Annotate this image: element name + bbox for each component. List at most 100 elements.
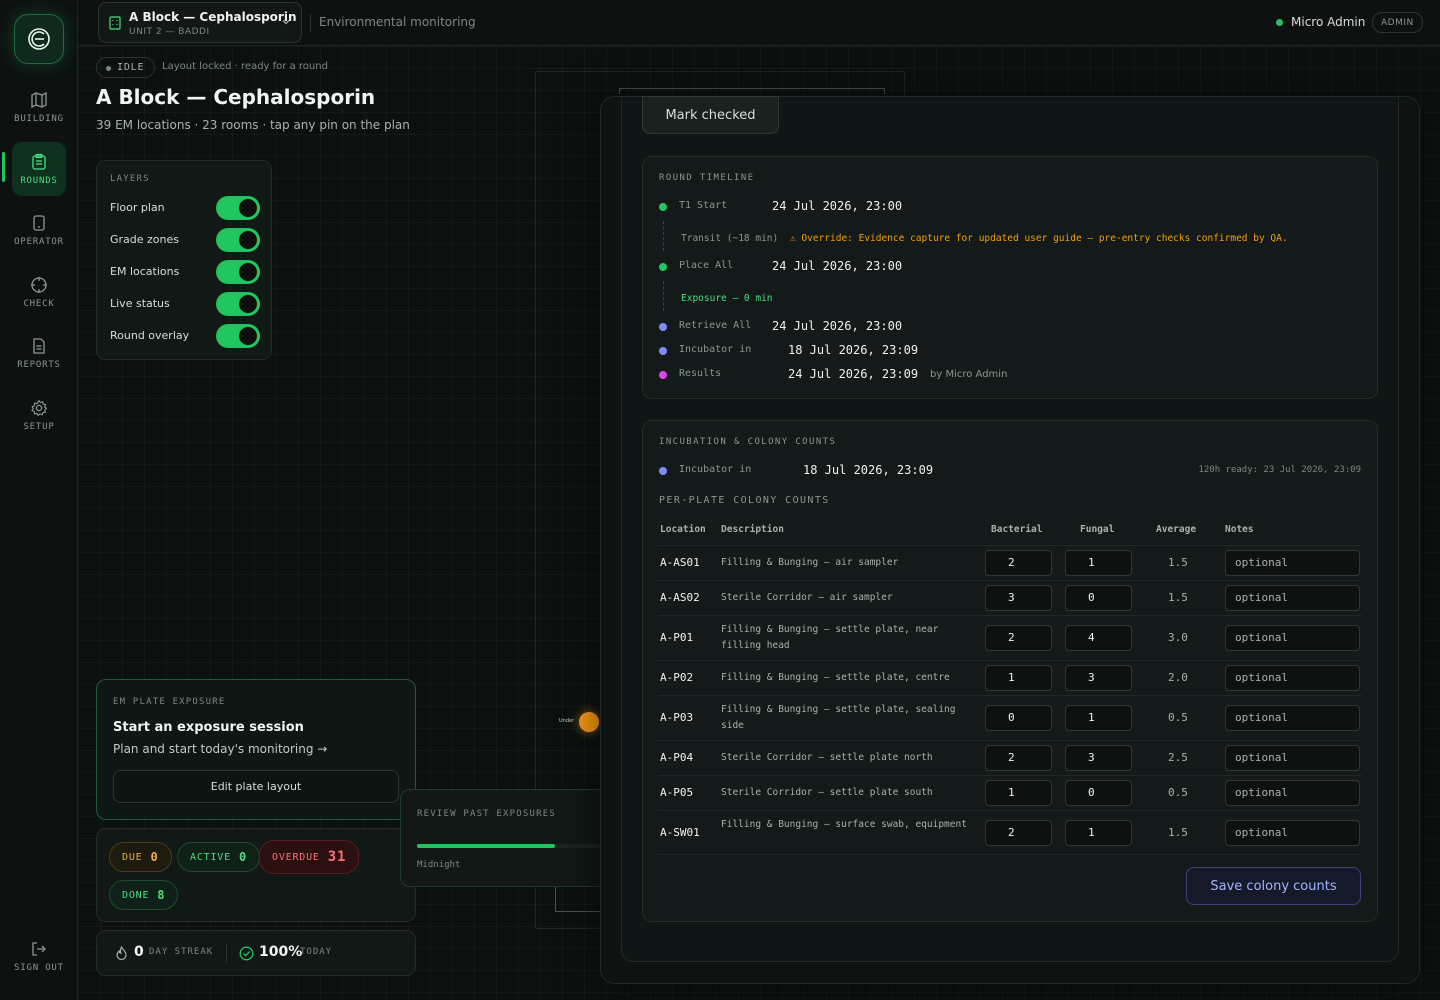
save-colony-counts-button[interactable]: Save colony counts — [1186, 867, 1361, 905]
sidebar-item-check[interactable]: CHECK — [12, 265, 66, 319]
status-dot-icon — [659, 371, 667, 379]
sidebar-item-reports[interactable]: REPORTS — [12, 326, 66, 380]
active-chip[interactable]: ACTIVE 0 — [177, 842, 260, 872]
notes-input[interactable]: optional — [1225, 780, 1360, 806]
building-subtitle: UNIT 2 — BADDI — [129, 27, 210, 37]
status-counters: DUE 0 ACTIVE 0 OVERDUE 31 DONE 8 — [96, 828, 416, 922]
notes-input[interactable]: optional — [1225, 550, 1360, 576]
location-cell: A-P03 — [660, 711, 694, 724]
divider — [226, 944, 227, 962]
overdue-chip[interactable]: OVERDUE 31 — [259, 840, 360, 874]
divider — [310, 14, 311, 32]
status-dot-icon — [659, 263, 667, 271]
review-past-exposures[interactable]: REVIEW PAST EXPOSURES Midnight — [400, 789, 610, 887]
timeline-heading: ROUND TIMELINE — [659, 173, 755, 183]
layer-toggle-row[interactable]: Live status — [110, 292, 260, 316]
status-badge: IDLE — [96, 57, 156, 78]
layer-label: Grade zones — [110, 233, 180, 246]
layer-toggle-row[interactable]: EM locations — [110, 260, 260, 284]
sign-out-button[interactable]: SIGN OUT — [12, 929, 66, 983]
column-header: Location — [660, 524, 706, 535]
building-icon — [109, 16, 121, 30]
average-cell: 0.5 — [1168, 786, 1188, 799]
bacterial-count-input[interactable]: 2 — [985, 820, 1052, 846]
sidebar-item-label: REPORTS — [17, 359, 61, 370]
sidebar-item-building[interactable]: BUILDING — [12, 80, 66, 134]
fungal-count-input[interactable]: 0 — [1065, 585, 1132, 611]
average-cell: 2.0 — [1168, 671, 1188, 684]
streak-label: DAY STREAK — [149, 947, 214, 957]
toggle-switch[interactable] — [216, 228, 260, 252]
description-cell: Sterile Corridor — settle plate south — [721, 787, 933, 798]
sidebar-item-setup[interactable]: SETUP — [12, 388, 66, 442]
review-caption: Midnight — [417, 860, 461, 870]
toggle-switch[interactable] — [216, 196, 260, 220]
description-cell: Filling & Bunging — surface swab, equipm… — [721, 819, 967, 830]
notes-input[interactable]: optional — [1225, 705, 1360, 731]
notes-input[interactable]: optional — [1225, 585, 1360, 611]
location-cell: A-SW01 — [660, 826, 700, 839]
description-cell: Filling & Bunging — settle plate, near f… — [721, 624, 939, 651]
toggle-switch[interactable] — [216, 260, 260, 284]
table-row: A-P01 Filling & Bunging — settle plate, … — [658, 615, 1362, 660]
average-cell: 2.5 — [1168, 751, 1188, 764]
layer-label: Round overlay — [110, 329, 190, 342]
fungal-count-input[interactable]: 3 — [1065, 745, 1132, 771]
column-header: Bacterial — [991, 524, 1043, 535]
mark-checked-button[interactable]: Mark checked — [642, 96, 779, 134]
timeline-label: Retrieve All — [679, 320, 752, 331]
bacterial-count-input[interactable]: 0 — [985, 705, 1052, 731]
bacterial-count-input[interactable]: 1 — [985, 780, 1052, 806]
user-name[interactable]: Micro Admin — [1291, 15, 1365, 29]
status-dot-icon — [659, 347, 667, 355]
app-logo[interactable] — [14, 14, 64, 64]
incubator-label: Incubator in — [679, 464, 752, 475]
average-cell: 0.5 — [1168, 711, 1188, 724]
column-header: Average — [1156, 524, 1197, 535]
sidebar-item-rounds[interactable]: ROUNDS — [12, 142, 66, 196]
check-circle-icon — [239, 946, 254, 961]
timeline-label: Results — [679, 368, 722, 379]
bacterial-count-input[interactable]: 1 — [985, 665, 1052, 691]
building-selector[interactable]: A Block — Cephalosporin UNIT 2 — BADDI — [98, 2, 302, 43]
bacterial-count-input[interactable]: 3 — [985, 585, 1052, 611]
notes-input[interactable]: optional — [1225, 625, 1360, 651]
timeline-value: 24 Jul 2026, 23:00 — [772, 259, 903, 273]
bacterial-count-input[interactable]: 2 — [985, 745, 1052, 771]
bacterial-count-input[interactable]: 2 — [985, 550, 1052, 576]
edit-plate-layout-button[interactable]: Edit plate layout — [113, 770, 399, 803]
toggle-switch[interactable] — [216, 292, 260, 316]
average-cell: 1.5 — [1168, 556, 1188, 569]
fungal-count-input[interactable]: 0 — [1065, 780, 1132, 806]
done-chip[interactable]: DONE 8 — [109, 880, 179, 910]
column-header: Notes — [1225, 524, 1254, 535]
bacterial-count-input[interactable]: 2 — [985, 625, 1052, 651]
exposure-title[interactable]: Start an exposure session — [113, 720, 304, 735]
sidebar-item-label: BUILDING — [14, 113, 64, 124]
sidebar-item-label: CHECK — [23, 298, 55, 309]
fungal-count-input[interactable]: 1 — [1065, 820, 1132, 846]
layer-toggle-row[interactable]: Grade zones — [110, 228, 260, 252]
location-cell: A-P04 — [660, 751, 694, 764]
em-location-pin[interactable] — [579, 712, 599, 732]
chevron-down-icon — [282, 20, 290, 25]
notes-input[interactable]: optional — [1225, 745, 1360, 771]
timeline-connector — [663, 281, 664, 311]
fungal-count-input[interactable]: 1 — [1065, 550, 1132, 576]
fungal-count-input[interactable]: 3 — [1065, 665, 1132, 691]
average-cell: 3.0 — [1168, 631, 1188, 644]
toggle-switch[interactable] — [216, 324, 260, 348]
notes-input[interactable]: optional — [1225, 665, 1360, 691]
layers-panel: LAYERS Floor plan Grade zones EM locatio… — [96, 160, 272, 360]
table-row: A-P05 Sterile Corridor — settle plate so… — [658, 775, 1362, 810]
sidebar-item-operator[interactable]: OPERATOR — [12, 203, 66, 257]
due-chip[interactable]: DUE 0 — [109, 842, 172, 872]
fungal-count-input[interactable]: 4 — [1065, 625, 1132, 651]
chip-value: 31 — [327, 849, 347, 865]
layer-toggle-row[interactable]: Round overlay — [110, 324, 260, 348]
layer-toggle-row[interactable]: Floor plan — [110, 196, 260, 220]
exposure-link[interactable]: Plan and start today's monitoring → — [113, 742, 327, 756]
fungal-count-input[interactable]: 1 — [1065, 705, 1132, 731]
notes-input[interactable]: optional — [1225, 820, 1360, 846]
gear-icon — [31, 398, 48, 416]
